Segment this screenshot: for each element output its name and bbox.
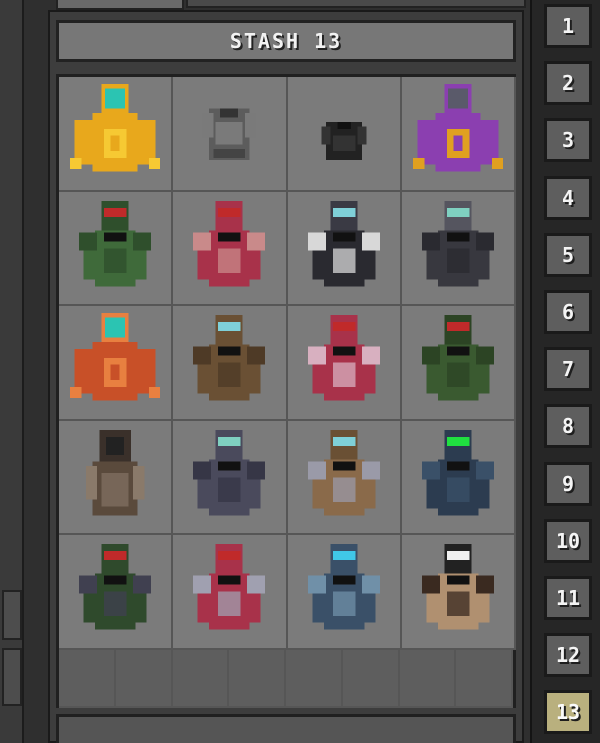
armor-red-white-icon	[307, 315, 380, 401]
stash-tab-13[interactable]: 13	[544, 690, 592, 735]
stash-slot-suit-orange[interactable]	[59, 306, 174, 421]
stash-slot-armor-crimson[interactable]	[173, 191, 288, 306]
stash-slot-armor-brown[interactable]	[173, 306, 288, 421]
stash-slot-empty[interactable]	[286, 649, 343, 708]
stash-slot-armor-green[interactable]	[59, 191, 174, 306]
rail-nub[interactable]	[2, 648, 22, 706]
suit-purple-icon	[412, 83, 503, 172]
stash-tab-10[interactable]: 10	[544, 518, 592, 563]
armor-tan-k-icon	[421, 544, 494, 630]
stash-tab-1[interactable]: 1	[544, 4, 592, 48]
stash-slot-empty[interactable]	[229, 649, 286, 708]
stash-tab-2[interactable]: 2	[544, 61, 592, 106]
stash-slot-empty[interactable]	[399, 649, 457, 708]
stash-slot-armor-black-swat[interactable]	[287, 191, 402, 306]
stash-tab-6[interactable]: 6	[544, 290, 592, 334]
stash-slot-armor-blue-steel[interactable]	[287, 535, 402, 650]
stash-slot-empty[interactable]	[456, 649, 513, 708]
stash-slot-suit-purple[interactable]	[401, 77, 516, 192]
stash-slot-armor-navy[interactable]	[401, 420, 516, 535]
stash-slot-armor-forest-heavy[interactable]	[59, 535, 174, 650]
stash-slot-empty[interactable]	[172, 649, 230, 708]
top-bar	[56, 0, 184, 10]
vest-grey-icon	[202, 108, 257, 161]
left-rail	[0, 0, 24, 743]
stash-tab-4[interactable]: 4	[544, 175, 592, 220]
stash-tab-5[interactable]: 5	[544, 232, 592, 277]
stash-tab-12[interactable]: 12	[544, 633, 592, 678]
stash-slot-armor-crimson-spiked[interactable]	[173, 535, 288, 650]
armor-navy-icon	[421, 429, 494, 515]
suit-orange-icon	[70, 312, 161, 401]
stash-slot-armor-tan-spiked[interactable]	[287, 420, 402, 535]
armor-blue-steel-icon	[307, 544, 380, 630]
stash-tab-7[interactable]: 7	[544, 347, 592, 392]
armor-brown-icon	[193, 315, 266, 401]
hazmat-suit-yellow-icon	[70, 83, 161, 172]
vest-black-icon	[321, 122, 367, 161]
armor-crimson-icon	[193, 200, 266, 286]
armor-forest-heavy-icon	[79, 544, 152, 630]
bottom-bar	[56, 714, 516, 743]
stash-grid	[56, 74, 516, 708]
armor-slate-icon	[193, 429, 266, 515]
armor-crimson-spiked-icon	[193, 544, 266, 630]
stash-slot-armor-dark-grey[interactable]	[401, 191, 516, 306]
stash-slot-hazmat-suit-yellow[interactable]	[59, 77, 174, 192]
stash-slot-empty[interactable]	[115, 649, 173, 708]
armor-green-icon	[79, 200, 152, 286]
stash-slot-armor-slate[interactable]	[173, 420, 288, 535]
stash-title: STASH 13	[56, 20, 516, 62]
armor-tan-spiked-icon	[307, 429, 380, 515]
rail-nub[interactable]	[2, 590, 22, 640]
stash-slot-armor-red-white[interactable]	[287, 306, 402, 421]
stash-tab-8[interactable]: 8	[544, 404, 592, 449]
stash-tab-11[interactable]: 11	[544, 576, 592, 620]
armor-olive-icon	[421, 315, 494, 401]
armor-dark-grey-icon	[421, 200, 494, 286]
hood-tan-icon	[85, 429, 145, 515]
stash-slot-empty[interactable]	[342, 649, 400, 708]
stash-tab-9[interactable]: 9	[544, 461, 592, 506]
top-bar-secondary	[186, 0, 526, 8]
stash-slot-hood-tan[interactable]	[59, 420, 174, 535]
armor-black-swat-icon	[307, 200, 380, 286]
stash-slot-empty[interactable]	[59, 649, 116, 708]
stash-slot-vest-black[interactable]	[287, 77, 402, 192]
stash-slot-armor-olive[interactable]	[401, 306, 516, 421]
stash-slot-vest-grey[interactable]	[173, 77, 288, 192]
stash-tab-3[interactable]: 3	[544, 118, 592, 163]
stash-slot-armor-tan-k[interactable]	[401, 535, 516, 650]
